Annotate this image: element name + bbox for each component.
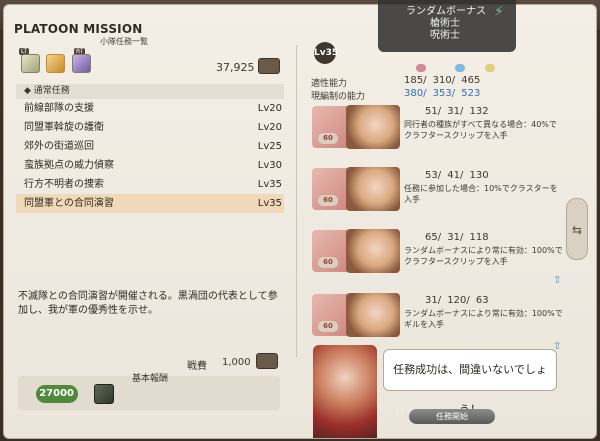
npc-portrait	[313, 345, 377, 438]
member-level: 60	[318, 195, 338, 206]
current-ability-label: 現編制の能力	[311, 92, 366, 102]
seals-count: 37,925	[216, 61, 255, 74]
swap-page-button[interactable]: ⇆	[566, 198, 588, 260]
member-portrait[interactable]	[346, 167, 400, 211]
physical-stat-icon	[416, 64, 426, 72]
member-level: 60	[318, 321, 338, 332]
mission-level: Lv35	[257, 198, 282, 209]
member-note: 同行者の種族がすべて異なる場合：40%でクラフタースクリップを入手	[404, 120, 557, 140]
panel-divider	[296, 45, 297, 357]
member-stats: 31/ 120/ 63	[425, 295, 489, 306]
npc-speech-bubble: 任務成功は、間違いないでしょう！	[383, 349, 557, 416]
mission-level: Lv20	[257, 103, 282, 114]
member-portrait[interactable]	[346, 293, 400, 337]
mission-name: 郊外の街道巡回	[24, 141, 94, 152]
gil-amount: 27000	[39, 388, 74, 399]
member-portrait[interactable]	[346, 105, 400, 149]
member-note: 任務に参加した場合：10%でクラスターを入手	[404, 184, 558, 204]
quill-icon[interactable]	[72, 54, 91, 73]
mission-row[interactable]: 行方不明者の捜索 Lv35	[16, 175, 284, 194]
mission-name: 同盟軍との合同演習	[24, 198, 114, 209]
mission-level: Lv30	[257, 160, 282, 171]
reward-item-icon[interactable]	[94, 384, 114, 404]
scroll-icon[interactable]	[46, 54, 65, 73]
suited-ability-label: 適性能力	[311, 79, 348, 89]
start-mission-button[interactable]: 任務開始	[409, 409, 495, 424]
member-portrait[interactable]	[346, 229, 400, 273]
mission-name: 蛮族拠点の威力偵察	[24, 160, 114, 171]
mission-list: 前線部隊の支援 Lv20 同盟軍斡旋の護衛 Lv20 郊外の街道巡回 Lv25 …	[16, 99, 284, 213]
member-stats: 65/ 31/ 118	[425, 232, 489, 243]
mission-row[interactable]: 蛮族拠点の威力偵察 Lv30	[16, 156, 284, 175]
member-note: ランダムボーナスにより常に有効：100%でクラフタースクリップを入手	[404, 246, 563, 266]
mission-description: 不滅隊との合同演習が開催される。黒渦団の代表として参加し、我が軍の優秀性を示せ。	[18, 291, 278, 316]
mental-stat-icon	[455, 64, 465, 72]
window-title: PLATOON MISSION	[14, 22, 143, 36]
pointer-hand-icon: ☜	[392, 404, 405, 420]
member-level: 60	[318, 133, 338, 144]
gil-icon[interactable]: 27000	[36, 385, 78, 403]
member-level: 60	[318, 257, 338, 268]
bonus-class-2: 呪術士	[430, 30, 460, 41]
mission-list-header: ◆ 通常任務	[16, 84, 284, 99]
current-ability-values: 380/ 353/ 523	[404, 88, 481, 99]
reward-currency-icon	[256, 353, 278, 369]
mission-name: 同盟軍斡旋の護衛	[24, 122, 104, 133]
basic-reward-label: 基本報酬	[132, 374, 169, 384]
arrow-up-icon: ⇧	[553, 275, 562, 286]
mission-row[interactable]: 郊外の街道巡回 Lv25	[16, 137, 284, 156]
mission-level: Lv20	[257, 122, 282, 133]
member-stats: 51/ 31/ 132	[425, 106, 489, 117]
mission-row[interactable]: 同盟軍斡旋の護衛 Lv20	[16, 118, 284, 137]
suited-ability-values: 185/ 310/ 465	[404, 75, 481, 86]
tactical-stat-icon	[485, 64, 495, 72]
member-stats: 53/ 41/ 130	[425, 170, 489, 181]
mission-row[interactable]: 前線部隊の支援 Lv20	[16, 99, 284, 118]
mission-name: 行方不明者の捜索	[24, 179, 104, 190]
mission-level: Lv25	[257, 141, 282, 152]
member-note: ランダムボーナスにより常に有効：100%でギルを入手	[404, 309, 563, 329]
reward-label: 戦費	[187, 361, 207, 372]
mission-level: Lv35	[257, 179, 282, 190]
lightning-icon: ⚡	[494, 4, 504, 20]
party-level-badge: Lv35	[314, 42, 338, 64]
window-subtitle: 小隊任務一覧	[100, 37, 148, 46]
seals-currency-icon	[258, 58, 280, 74]
mission-name: 前線部隊の支援	[24, 103, 94, 114]
mission-row-selected[interactable]: 同盟軍との合同演習 Lv35	[16, 194, 284, 213]
reward-value: 1,000	[222, 357, 251, 368]
map-icon[interactable]	[21, 54, 40, 73]
